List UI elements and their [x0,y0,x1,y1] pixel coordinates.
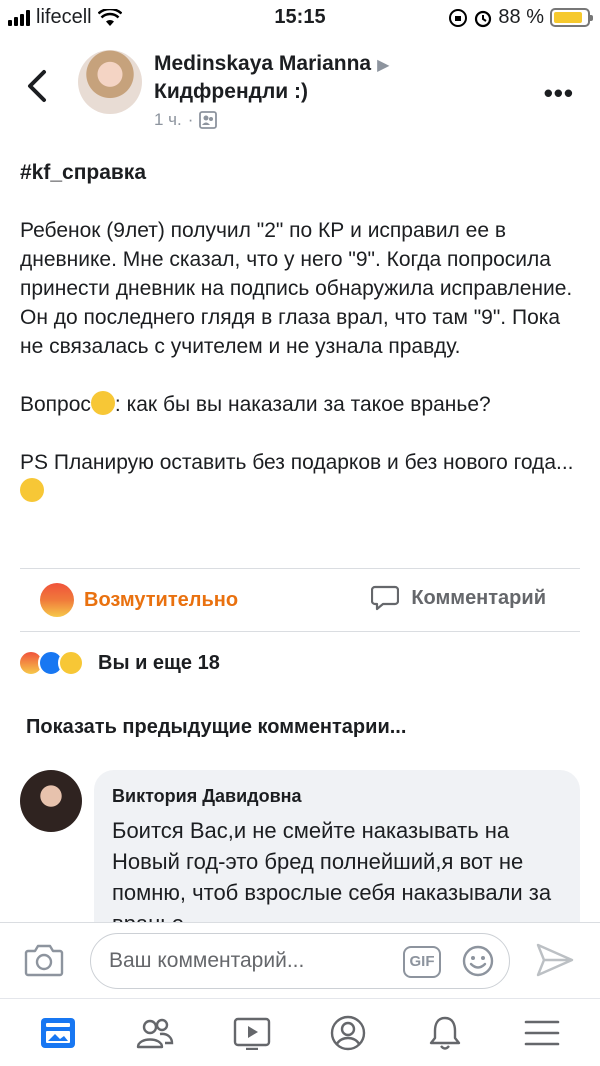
orientation-lock-icon [449,8,468,27]
comment-text: Боится Вас,и не смейте наказывать на Нов… [112,818,552,930]
bottom-nav [0,998,600,1066]
show-previous-comments-link[interactable]: Показать предыдущие комментарии... [26,716,406,739]
comment-input[interactable]: Ваш комментарий... GIF [90,933,510,989]
comment-composer: Ваш комментарий... GIF [0,922,600,998]
smiley-icon[interactable] [461,944,495,978]
back-button[interactable] [24,68,54,104]
question-rest: : как бы вы наказали за такое вранье? [114,393,491,416]
status-bar: lifecell 15:15 88 % [0,0,600,34]
reactions-count: Вы и еще 18 [98,651,220,674]
more-dots-icon[interactable]: ••• [544,78,574,109]
comment-label: Комментарий [411,586,546,609]
author-name[interactable]: Medinskaya Marianna [154,52,371,75]
friends-icon [136,1018,174,1048]
camera-icon[interactable] [24,943,64,977]
send-icon[interactable] [536,943,574,977]
group-icon [199,111,218,129]
angry-reaction-icon [40,583,74,617]
comment-bubble-icon [371,585,400,611]
question-start: Вопрос [20,393,91,416]
watch-icon [233,1017,270,1050]
action-bar: Возмутительно Комментарий [20,568,580,632]
reaction-icons [18,650,84,676]
profile-icon [331,1015,366,1050]
post-time[interactable]: 1 ч. [154,110,182,130]
reaction-label: Возмутительно [84,588,239,611]
author-line: Medinskaya Marianna ▶ [154,52,389,76]
battery-fill [554,12,583,23]
author-avatar[interactable] [78,50,142,114]
commenter-avatar[interactable] [20,770,82,832]
battery-icon [550,8,593,27]
status-right: 88 % [448,6,593,29]
nav-watch[interactable] [222,1003,282,1063]
gif-button[interactable]: GIF [403,946,441,978]
dot-separator: · [187,110,194,129]
notifications-icon [429,1016,461,1050]
thinking-emoji-icon [90,391,115,415]
nav-menu[interactable] [512,1003,572,1063]
comment-placeholder: Ваш комментарий... [109,949,305,972]
nav-notifications[interactable] [415,1003,475,1063]
post-body: #kf_справка Ребенок (9лет) получил "2" п… [20,158,580,535]
neutral-face-emoji-icon [20,478,44,502]
group-name[interactable]: Кидфрендли :) [154,80,308,104]
comment-author[interactable]: Виктория Давидовна [112,786,562,807]
arrow-right-icon: ▶ [377,57,390,74]
reactions-summary[interactable]: Вы и еще 18 [18,650,220,676]
alarm-icon [475,10,492,27]
post-paragraph: Ребенок (9лет) получил "2" по КР и испра… [20,219,573,358]
sad-reaction-icon [58,650,84,676]
news-feed-icon [41,1017,76,1048]
ps-text: PS Планирую оставить без подарков и без … [20,451,574,474]
reaction-button[interactable]: Возмутительно [40,583,238,617]
post-question: Вопрос : как бы вы наказали за такое вран… [20,390,580,419]
nav-friends[interactable] [125,1003,185,1063]
menu-icon [524,1020,559,1045]
nav-news-feed[interactable] [28,1003,88,1063]
comment-button[interactable]: Комментарий [371,585,546,611]
post-hashtag[interactable]: #kf_справка [20,158,580,187]
nav-profile[interactable] [318,1003,378,1063]
post-ps: PS Планирую оставить без подарков и без … [20,448,580,506]
comment-bubble: Виктория Давидовна Боится Вас,и не смейт… [94,770,580,930]
battery-percent: 88 % [498,6,544,28]
post-header: Medinskaya Marianna ▶ Кидфрендли :) 1 ч. … [0,40,600,140]
post-meta: 1 ч. · [154,110,218,130]
